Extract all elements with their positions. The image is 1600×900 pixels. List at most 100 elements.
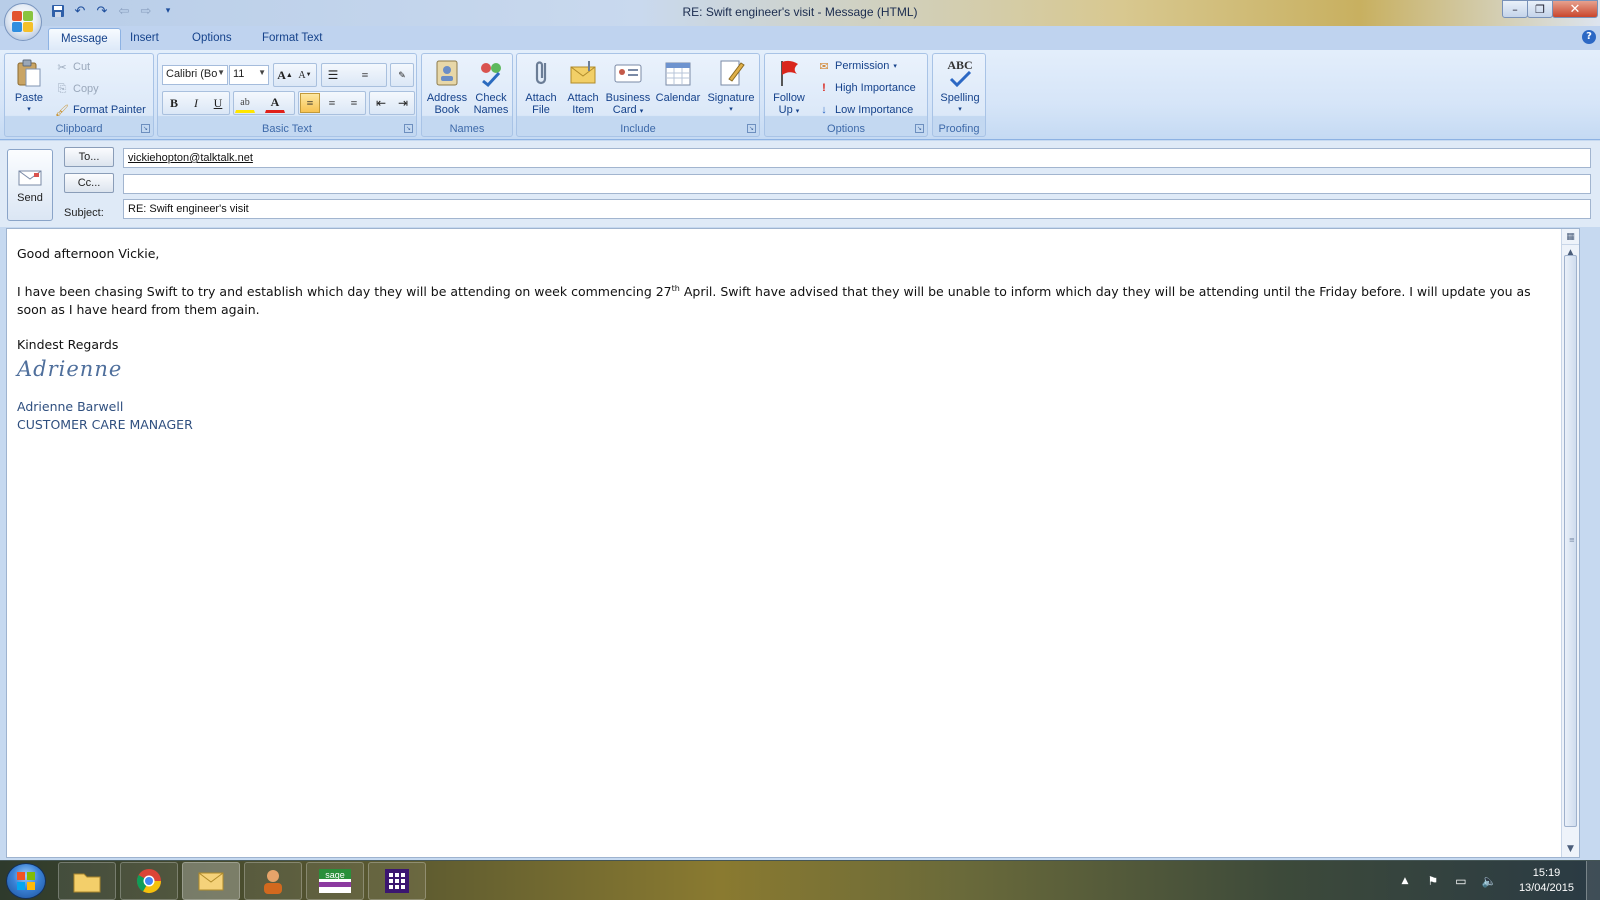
tab-insert[interactable]: Insert [118, 28, 171, 50]
to-recipient[interactable]: vickiehopton@talktalk.net [128, 152, 253, 164]
bullets-icon[interactable]: ☰ [323, 65, 343, 85]
to-field[interactable]: vickiehopton@talktalk.net [123, 148, 1591, 168]
close-button[interactable]: ✕ [1552, 0, 1598, 18]
permission-icon: ✉ [819, 60, 829, 73]
volume-icon[interactable]: 🔈 [1481, 873, 1497, 889]
send-envelope-icon [18, 170, 42, 186]
show-desktop-button[interactable] [1586, 861, 1600, 900]
attach-item-label-2: Item [572, 104, 594, 116]
taskbar-user-app[interactable] [244, 862, 302, 900]
scroll-down-icon[interactable]: ▼ [1562, 841, 1579, 857]
tab-format-text[interactable]: Format Text [250, 28, 335, 50]
paperclip-icon [525, 57, 557, 89]
attach-item-label-1: Attach [567, 92, 599, 104]
chevron-down-icon: ▾ [893, 63, 897, 70]
to-button[interactable]: To... [64, 147, 114, 167]
names-group: Address Book Check Names Names [421, 53, 513, 137]
business-card-label-2: Card ▾ [612, 104, 644, 116]
align-left-icon[interactable]: ≡ [300, 93, 320, 113]
clipboard-dialog-launcher-icon[interactable]: ↘ [141, 124, 150, 133]
bold-button[interactable]: B [164, 93, 184, 113]
names-group-label: Names [449, 123, 485, 135]
high-importance-button[interactable]: ! High Importance [817, 81, 916, 95]
permission-button[interactable]: ✉ Permission ▾ [817, 59, 897, 73]
basic-text-group-label: Basic Text [262, 123, 312, 135]
style-group: B I U [162, 91, 230, 115]
taskbar-explorer[interactable] [58, 862, 116, 900]
paste-dropdown-icon: ▾ [27, 106, 31, 113]
message-header: Send To... Cc... Subject: vickiehopton@t… [0, 141, 1600, 227]
business-card-button[interactable]: Business Card ▾ [603, 57, 653, 118]
font-size-select[interactable]: 11 ▼ [229, 65, 269, 85]
low-importance-button[interactable]: ↓ Low Importance [817, 103, 913, 117]
options-group-label: Options [827, 123, 865, 135]
office-logo-icon [12, 11, 34, 33]
copy-icon: ⎘ [57, 82, 67, 95]
spelling-button[interactable]: ABC Spelling ▾ [935, 57, 985, 116]
clock[interactable]: 15:19 13/04/2015 [1519, 866, 1574, 896]
signature-dropdown-icon: ▾ [729, 106, 733, 113]
show-hidden-icons-icon[interactable]: ▲ [1397, 873, 1413, 889]
restore-button[interactable]: ❐ [1527, 0, 1553, 18]
office-button[interactable] [4, 3, 42, 41]
highlight-icon[interactable]: ab [235, 93, 255, 113]
spell-check-icon: ABC [944, 57, 976, 89]
subject-label: Subject: [64, 207, 104, 219]
action-center-flag-icon[interactable]: ⚑ [1425, 873, 1441, 889]
signature-script: Adrienne [17, 357, 123, 382]
decrease-indent-icon[interactable]: ⇤ [371, 93, 391, 113]
tab-options[interactable]: Options [180, 28, 244, 50]
clear-formatting-icon[interactable]: ✎ [392, 65, 412, 85]
tab-message[interactable]: Message [48, 28, 121, 50]
system-tray: ▲ ⚑ ▭ 🔈 15:19 13/04/2015 [1391, 861, 1600, 900]
attach-item-button[interactable]: Attach Item [561, 57, 605, 116]
ruler-toggle-icon[interactable]: ▦ [1562, 229, 1579, 245]
font-color-icon[interactable]: A [265, 93, 285, 113]
body-text[interactable]: Good afternoon Vickie, I have been chasi… [17, 245, 1547, 434]
network-icon[interactable]: ▭ [1453, 873, 1469, 889]
vertical-scrollbar[interactable]: ▦ ▲ ≡ ▼ [1561, 229, 1579, 857]
include-dialog-launcher-icon[interactable]: ↘ [747, 124, 756, 133]
help-icon[interactable]: ? [1582, 30, 1596, 44]
numbering-icon[interactable]: ≡ [355, 65, 375, 85]
follow-up-button[interactable]: Follow Up ▾ [767, 57, 811, 118]
grow-font-icon[interactable]: A ▲ [275, 65, 295, 85]
attach-file-button[interactable]: Attach File [519, 57, 563, 116]
address-book-button[interactable]: Address Book [424, 57, 470, 116]
font-name-select[interactable]: Calibri (Bo ▼ [162, 65, 228, 85]
align-right-icon[interactable]: ≡ [344, 93, 364, 113]
underline-button[interactable]: U [208, 93, 228, 113]
follow-up-label-1: Follow [773, 92, 805, 104]
spelling-label: Spelling [940, 92, 980, 104]
shrink-font-icon[interactable]: A ▼ [295, 65, 315, 85]
signature-button[interactable]: Signature ▾ [703, 57, 759, 116]
chrome-icon [136, 869, 161, 894]
paste-button[interactable]: Paste ▾ [9, 57, 49, 116]
message-body[interactable]: Good afternoon Vickie, I have been chasi… [6, 228, 1580, 858]
start-button[interactable] [6, 863, 46, 899]
options-dialog-launcher-icon[interactable]: ↘ [915, 124, 924, 133]
ribbon: Paste ▾ ✂ Cut ⎘ Copy 🖌 Format Painter Cl… [0, 50, 1600, 140]
increase-indent-icon[interactable]: ⇥ [393, 93, 413, 113]
minimize-button[interactable]: – [1502, 0, 1528, 18]
italic-button[interactable]: I [186, 93, 206, 113]
format-painter-button[interactable]: 🖌 Format Painter [55, 103, 146, 117]
calendar-button[interactable]: Calendar [653, 57, 703, 104]
taskbar-chrome[interactable] [120, 862, 178, 900]
align-center-icon[interactable]: ≡ [322, 93, 342, 113]
check-names-button[interactable]: Check Names [468, 57, 514, 116]
scroll-thumb[interactable]: ≡ [1564, 255, 1577, 827]
cc-button[interactable]: Cc... [64, 173, 114, 193]
copy-button[interactable]: ⎘ Copy [55, 82, 99, 96]
taskbar-sage[interactable]: sage [306, 862, 364, 900]
basic-text-dialog-launcher-icon[interactable]: ↘ [404, 124, 413, 133]
follow-up-label-2: Up ▾ [778, 104, 800, 116]
exclamation-icon: ! [822, 82, 826, 94]
cc-field[interactable] [123, 174, 1591, 194]
send-button[interactable]: Send [7, 149, 53, 221]
subject-field[interactable]: RE: Swift engineer's visit [123, 199, 1591, 219]
taskbar-calculator-app[interactable] [368, 862, 426, 900]
taskbar-outlook[interactable] [182, 862, 240, 900]
include-group-label: Include [620, 123, 656, 135]
cut-button[interactable]: ✂ Cut [55, 60, 90, 74]
